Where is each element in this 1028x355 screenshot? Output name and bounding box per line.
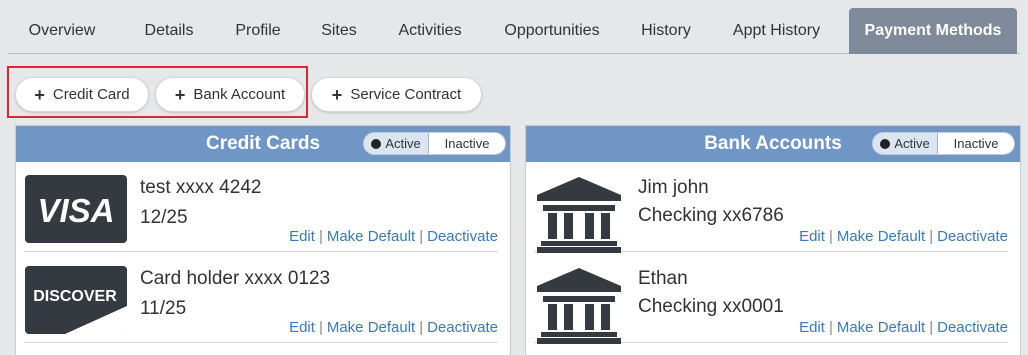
- account-number: Checking xx0001: [638, 296, 784, 317]
- bank-building-icon: [535, 266, 623, 349]
- make-default-link[interactable]: Make Default: [837, 319, 925, 336]
- list-item: Jim john Checking xx6786 Edit | Make Defau…: [534, 168, 1008, 253]
- account-number: Checking xx6786: [638, 205, 784, 226]
- tab-history[interactable]: History: [628, 8, 704, 54]
- tab-activities[interactable]: Activities: [384, 8, 476, 54]
- plus-icon: +: [34, 84, 45, 105]
- make-default-link[interactable]: Make Default: [837, 228, 925, 245]
- add-service-contract-label: Service Contract: [350, 86, 462, 103]
- toggle-active-label: Active: [385, 136, 421, 151]
- plus-icon: +: [174, 84, 186, 105]
- card-name: Card holder xxxx 0123: [140, 268, 331, 289]
- toggle-inactive-label: Inactive: [444, 136, 490, 151]
- toggle-inactive[interactable]: Inactive: [938, 133, 1014, 154]
- tab-profile[interactable]: Profile: [222, 8, 294, 54]
- plus-icon: +: [331, 84, 343, 105]
- toggle-active-label: Active: [894, 136, 930, 151]
- bank-accounts-status-toggle: Active Inactive: [872, 132, 1015, 155]
- card-expiry: 12/25: [140, 207, 188, 228]
- credit-cards-status-toggle: Active Inactive: [363, 132, 506, 155]
- deactivate-link[interactable]: Deactivate: [427, 319, 498, 336]
- bank-accounts-header: Bank Accounts Active Inactive: [526, 126, 1020, 162]
- tab-opportunities[interactable]: Opportunities: [476, 8, 628, 54]
- tab-appt-history[interactable]: Appt History: [704, 8, 849, 54]
- svg-text:VISA: VISA: [37, 192, 114, 229]
- toggle-inactive[interactable]: Inactive: [429, 133, 505, 154]
- separator: |: [318, 228, 323, 245]
- radio-dot-icon: [371, 138, 382, 149]
- separator: |: [318, 319, 323, 336]
- make-default-link[interactable]: Make Default: [327, 319, 415, 336]
- add-bank-account-label: Bank Account: [193, 86, 286, 103]
- edit-link[interactable]: Edit: [289, 319, 315, 336]
- discover-logo: DISCOVER: [25, 266, 127, 339]
- deactivate-link[interactable]: Deactivate: [937, 319, 1008, 336]
- account-actions: Edit | Make Default | Deactivate: [799, 319, 1008, 336]
- bank-building-icon: [535, 175, 623, 258]
- visa-logo: VISA: [25, 175, 127, 248]
- list-item: Ethan Checking xx0001 Edit | Make Default |…: [534, 259, 1008, 344]
- separator: |: [419, 319, 424, 336]
- radio-dot-icon: [880, 138, 891, 149]
- toggle-inactive-label: Inactive: [953, 136, 999, 151]
- account-holder-name: Ethan: [638, 268, 688, 289]
- list-item: VISA test xxxx 4242 12/25 Edit | Make Defa…: [24, 168, 498, 252]
- tab-details[interactable]: Details: [116, 8, 222, 54]
- tab-sites[interactable]: Sites: [294, 8, 384, 54]
- credit-cards-panel: Credit Cards Active Inactive VISA test x…: [15, 125, 511, 355]
- account-actions: Edit | Make Default | Deactivate: [799, 228, 1008, 245]
- card-expiry: 11/25: [140, 298, 187, 319]
- svg-text:DISCOVER: DISCOVER: [33, 288, 117, 305]
- deactivate-link[interactable]: Deactivate: [427, 228, 498, 245]
- add-credit-card-button[interactable]: + Credit Card: [15, 77, 149, 112]
- tab-payment-methods[interactable]: Payment Methods: [849, 8, 1017, 54]
- card-actions: Edit | Make Default | Deactivate: [289, 319, 498, 336]
- credit-cards-title: Credit Cards: [205, 133, 321, 154]
- toggle-active[interactable]: Active: [364, 133, 430, 154]
- deactivate-link[interactable]: Deactivate: [937, 228, 1008, 245]
- separator: |: [929, 319, 934, 336]
- tab-bar: Overview Details Profile Sites Activitie…: [8, 8, 1020, 54]
- credit-cards-header: Credit Cards Active Inactive: [16, 126, 510, 162]
- add-service-contract-button[interactable]: + Service Contract: [311, 77, 482, 112]
- add-credit-card-label: Credit Card: [52, 86, 130, 103]
- bank-accounts-panel: Bank Accounts Active Inactive Jim john C…: [525, 125, 1021, 355]
- card-actions: Edit | Make Default | Deactivate: [289, 228, 498, 245]
- edit-link[interactable]: Edit: [289, 228, 315, 245]
- card-name: test xxxx 4242: [140, 177, 262, 198]
- add-bank-account-button[interactable]: + Bank Account: [155, 77, 305, 112]
- separator: |: [828, 319, 833, 336]
- separator: |: [419, 228, 424, 245]
- toggle-active[interactable]: Active: [873, 133, 939, 154]
- account-holder-name: Jim john: [638, 177, 709, 198]
- separator: |: [929, 228, 934, 245]
- edit-link[interactable]: Edit: [799, 319, 825, 336]
- tab-overview[interactable]: Overview: [8, 8, 116, 54]
- bank-accounts-title: Bank Accounts: [704, 133, 842, 154]
- edit-link[interactable]: Edit: [799, 228, 825, 245]
- separator: |: [828, 228, 833, 245]
- list-item: DISCOVER Card holder xxxx 0123 11/25 Edi…: [24, 259, 498, 343]
- make-default-link[interactable]: Make Default: [327, 228, 415, 245]
